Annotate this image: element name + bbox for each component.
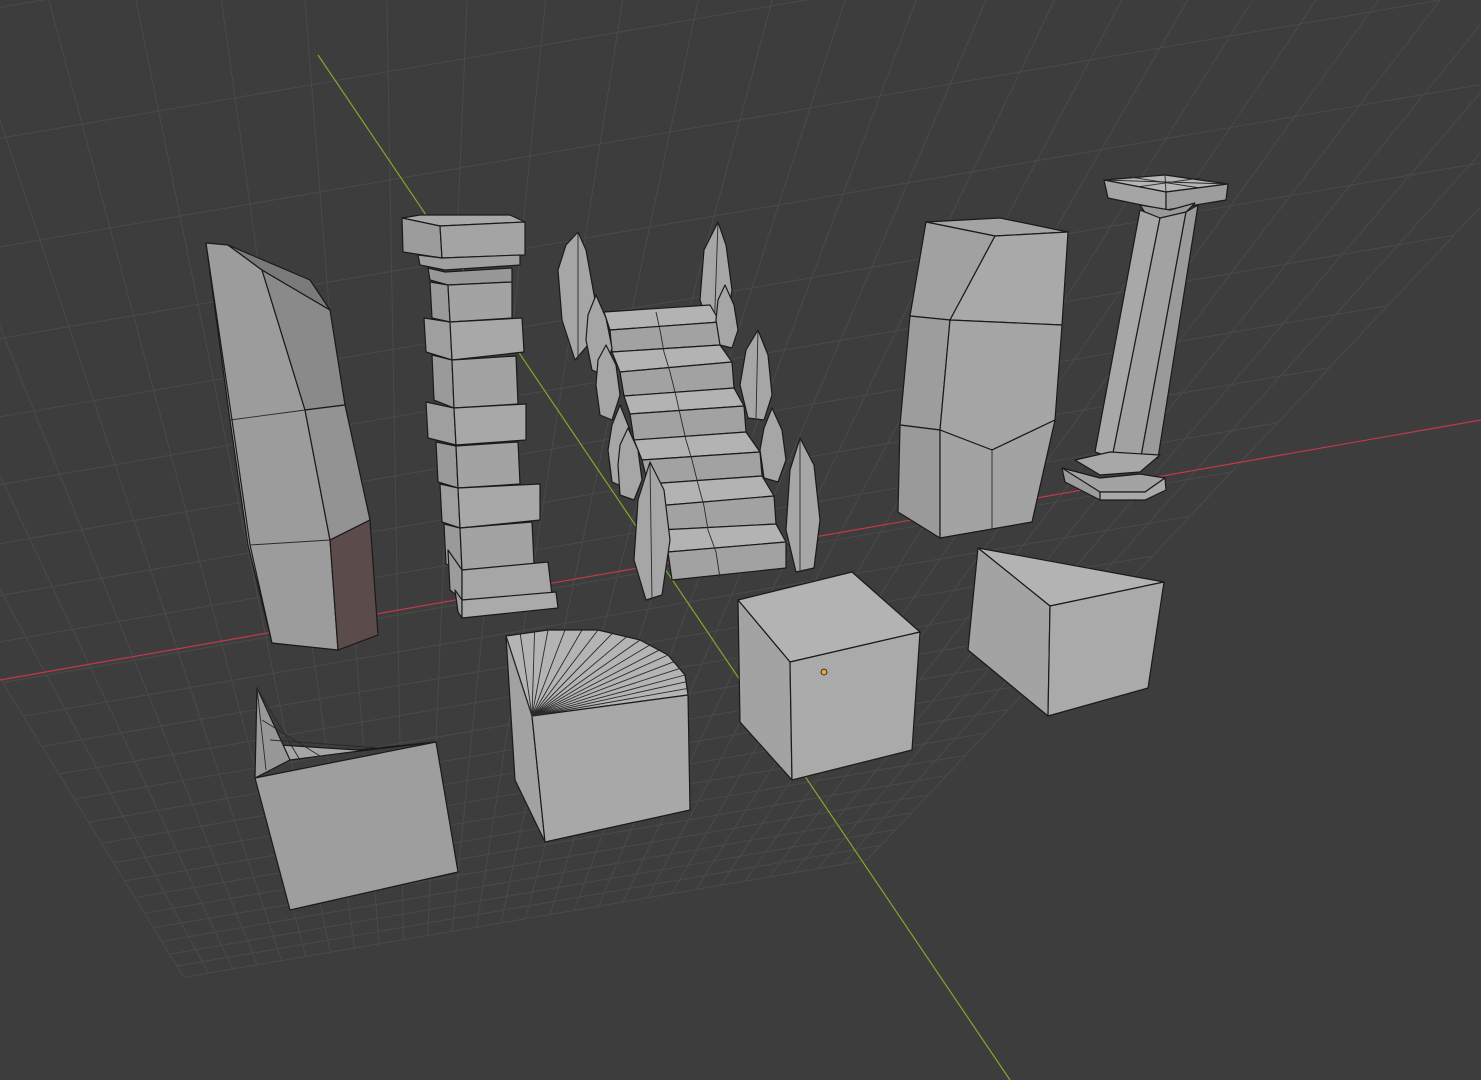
grid-line [0,0,810,139]
grid-line [0,0,46,8]
wedge-block[interactable] [967,547,1165,717]
tall-block[interactable] [897,217,1069,539]
3d-viewport[interactable] [0,0,1481,1080]
grid-line [0,325,258,965]
grid-line [0,474,234,970]
quarter-round-block[interactable] [505,629,691,843]
grid-line [0,677,185,978]
viewport-canvas[interactable] [0,0,1481,1080]
tall-angled-pillar[interactable] [205,242,379,651]
staircase-with-spikes[interactable] [557,221,821,601]
sloped-block[interactable] [254,687,459,911]
grid-line [0,588,209,974]
origin-point [820,668,828,676]
cube[interactable] [737,571,921,781]
